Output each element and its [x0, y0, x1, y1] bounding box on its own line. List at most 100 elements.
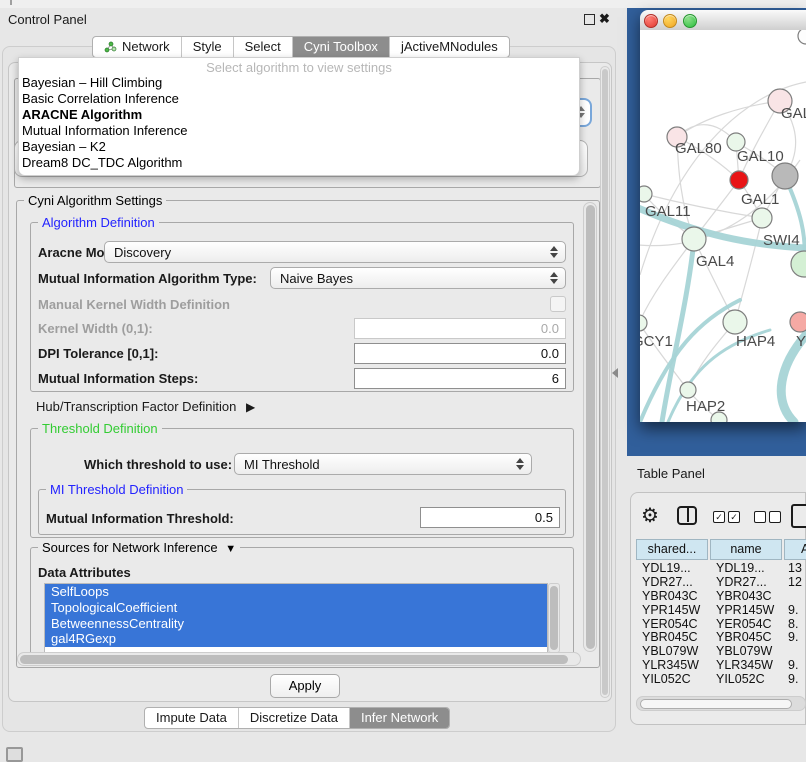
network-view-window[interactable]: GALGAL80GAL10GAL11GAL1SWI4GAL4GCY1HAP4YH…	[640, 10, 806, 422]
table-cell: YDR27...	[716, 576, 767, 590]
cyni-algorithm-settings-title: Cyni Algorithm Settings	[24, 193, 166, 208]
node-label: Y	[796, 333, 806, 350]
tab-discretize-data[interactable]: Discretize Data	[239, 708, 350, 728]
hub-expander[interactable]: Hub/Transcription Factor Definition ▶	[36, 399, 255, 414]
node-label: SWI4	[763, 232, 800, 249]
salmon-node[interactable]	[790, 312, 806, 332]
table-cell: YBR043C	[642, 590, 698, 604]
manual-kernel-width-label: Manual Kernel Width Definition	[38, 297, 230, 312]
tab-network-label: Network	[122, 37, 170, 57]
algorithm-option[interactable]: Bayesian – Hill Climbing	[19, 75, 579, 91]
manual-kernel-width-checkbox[interactable]	[550, 296, 566, 312]
network-desktop: GALGAL80GAL10GAL11GAL1SWI4GAL4GCY1HAP4YH…	[627, 8, 806, 456]
aracne-mode-combo[interactable]: Discovery	[104, 241, 566, 263]
node-label: HAP4	[736, 333, 775, 350]
splitter-collapse-icon[interactable]	[612, 368, 618, 378]
expand-right-icon: ▶	[246, 400, 255, 414]
panel-vertical-scrollbar[interactable]	[600, 66, 610, 698]
network-canvas[interactable]: GALGAL80GAL10GAL11GAL1SWI4GAL4GCY1HAP4YH…	[640, 30, 806, 422]
node-label: GAL11	[645, 203, 691, 220]
algorithm-option[interactable]: Dream8 DC_TDC Algorithm	[19, 155, 579, 171]
attribute-list-item[interactable]: SelfLoops	[45, 584, 547, 600]
tab-network[interactable]: Network	[93, 37, 182, 57]
mi-algorithm-type-combo[interactable]: Naive Bayes	[270, 267, 566, 289]
table-row[interactable]: YIL052CYIL052C9.	[636, 673, 806, 686]
table-row[interactable]: YDR27...YDR27...12	[636, 576, 806, 590]
show-selected-columns-icon[interactable]: ✓ ✓	[713, 511, 740, 523]
new-table-icon[interactable]	[791, 504, 806, 528]
algorithm-option[interactable]: ARACNE Algorithm	[19, 107, 579, 123]
table-cell: 13	[788, 562, 802, 576]
top-partial-node[interactable]	[798, 30, 806, 44]
gal11-node[interactable]	[640, 186, 652, 202]
attribute-list-item[interactable]: BetweennessCentrality	[45, 616, 547, 632]
minimize-traffic-light[interactable]	[663, 14, 677, 28]
tab-select[interactable]: Select	[234, 37, 293, 57]
tab-infer-network[interactable]: Infer Network	[350, 708, 449, 728]
table-row[interactable]: YPR145WYPR145W9.	[636, 604, 806, 618]
table-row[interactable]: YBL079WYBL079W	[636, 645, 806, 659]
table-cell: YBR045C	[642, 631, 698, 645]
settings-vertical-scrollbar[interactable]	[583, 202, 597, 652]
sources-title[interactable]: Sources for Network Inference ▼	[38, 540, 240, 555]
kernel-width-field[interactable]: 0.0	[354, 318, 566, 339]
table-row[interactable]: YDL19...YDL19...13	[636, 562, 806, 576]
apply-button[interactable]: Apply	[270, 674, 340, 698]
threshold-definition-title: Threshold Definition	[38, 421, 162, 436]
hap4-node[interactable]	[723, 310, 747, 334]
gray-node[interactable]	[772, 163, 798, 189]
gal1-node[interactable]	[752, 208, 772, 228]
mi-steps-field[interactable]: 6	[354, 368, 566, 389]
table-cell: YDR27...	[642, 576, 693, 590]
close-traffic-light[interactable]	[644, 14, 658, 28]
network-window-titlebar[interactable]	[640, 10, 806, 31]
stepper-arrows-icon	[550, 246, 558, 258]
table-row[interactable]: YER054CYER054C8.	[636, 618, 806, 632]
table-row[interactable]: YLR345WYLR345W9.	[636, 659, 806, 673]
mi-threshold-title: MI Threshold Definition	[46, 482, 187, 497]
zoom-traffic-light[interactable]	[683, 14, 697, 28]
gear-icon[interactable]: ⚙	[641, 503, 659, 528]
hide-columns-icon[interactable]	[754, 511, 781, 523]
right-green-node[interactable]	[791, 251, 806, 277]
float-panel-icon[interactable]	[584, 14, 595, 25]
column-header-shared-name[interactable]: shared...	[636, 539, 708, 560]
node-label: GCY1	[640, 333, 673, 350]
split-columns-icon[interactable]	[677, 506, 697, 525]
algorithm-option[interactable]: Basic Correlation Inference	[19, 91, 579, 107]
settings-horizontal-scrollbar[interactable]	[17, 652, 581, 666]
attribute-list-item[interactable]: TopologicalCoefficient	[45, 600, 547, 616]
tab-jactivemnodules[interactable]: jActiveMNodules	[390, 37, 509, 57]
mi-algorithm-type-label: Mutual Information Algorithm Type:	[38, 271, 257, 286]
table-cell: YLR345W	[642, 659, 699, 673]
table-row[interactable]: YBR045CYBR045C9.	[636, 631, 806, 645]
algorithm-option[interactable]: Bayesian – K2	[19, 139, 579, 155]
which-threshold-combo[interactable]: MI Threshold	[234, 453, 532, 475]
table-cell: YLR345W	[716, 659, 773, 673]
collapsed-panel-icon[interactable]	[6, 747, 23, 762]
screen: { "icons": { "gear": "⚙", "close": "✖", …	[0, 0, 806, 762]
table-horizontal-scrollbar[interactable]	[636, 696, 806, 711]
data-attributes-list[interactable]: SelfLoopsTopologicalCoefficientBetweenne…	[44, 583, 548, 653]
gal4-node[interactable]	[682, 227, 706, 251]
column-header-name[interactable]: name	[710, 539, 782, 560]
attribute-list-scrollbar[interactable]	[548, 583, 560, 653]
red-node[interactable]	[730, 171, 748, 189]
tab-impute-data[interactable]: Impute Data	[145, 708, 239, 728]
close-panel-icon[interactable]: ✖	[599, 11, 610, 27]
tab-style[interactable]: Style	[182, 37, 234, 57]
node-table[interactable]: YDL19...YDL19...13YDR27...YDR27...12YBR0…	[636, 562, 806, 686]
mi-threshold-field[interactable]: 0.5	[420, 507, 560, 528]
attribute-list-item[interactable]: gal4RGexp	[45, 631, 547, 647]
table-row[interactable]: YBR043CYBR043C	[636, 590, 806, 604]
dpi-tolerance-field[interactable]: 0.0	[354, 343, 566, 364]
node-label: GAL1	[741, 191, 779, 208]
table-cell: YDL19...	[716, 562, 765, 576]
algorithm-option[interactable]: Mutual Information Inference	[19, 123, 579, 139]
gcy1-node[interactable]	[640, 315, 647, 331]
column-header-partial[interactable]: A	[784, 539, 806, 560]
table-cell: YBL079W	[642, 645, 698, 659]
table-cell: YPR145W	[642, 604, 700, 618]
tab-cyni-toolbox[interactable]: Cyni Toolbox	[293, 37, 390, 57]
hap2-node[interactable]	[680, 382, 696, 398]
